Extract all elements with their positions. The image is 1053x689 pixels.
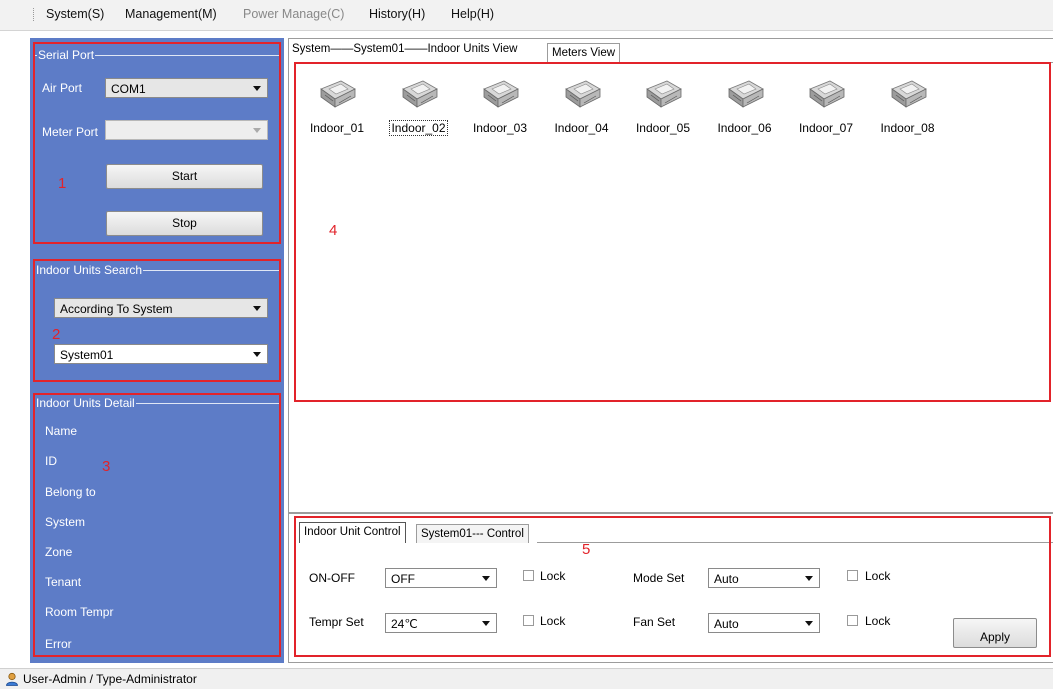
menu-history[interactable]: History(H)	[369, 7, 425, 21]
annotation-box-1	[33, 42, 281, 244]
annotation-number-2: 2	[52, 326, 61, 343]
menu-bar: System(S) Management(M) Power Manage(C) …	[0, 0, 1053, 31]
status-bar: User-Admin / Type-Administrator	[0, 668, 1053, 689]
menu-power-manage[interactable]: Power Manage(C)	[243, 7, 344, 21]
annotation-box-5	[294, 516, 1051, 657]
view-breadcrumb: System——System01——Indoor Units View	[292, 43, 518, 55]
tab-meters-view[interactable]: Meters View	[547, 43, 621, 63]
status-text: User-Admin / Type-Administrator	[23, 672, 197, 686]
user-icon	[5, 672, 19, 689]
annotation-number-3: 3	[102, 458, 111, 475]
menu-help[interactable]: Help(H)	[451, 7, 494, 21]
annotation-box-4	[294, 62, 1051, 402]
annotation-number-1: 1	[58, 175, 67, 192]
annotation-number-4: 4	[329, 222, 338, 239]
menu-grip	[33, 8, 36, 21]
menu-management[interactable]: Management(M)	[125, 7, 217, 21]
annotation-box-2	[33, 259, 281, 382]
annotation-box-3	[33, 393, 281, 657]
annotation-number-5: 5	[582, 541, 591, 558]
menu-system[interactable]: System(S)	[46, 7, 104, 21]
